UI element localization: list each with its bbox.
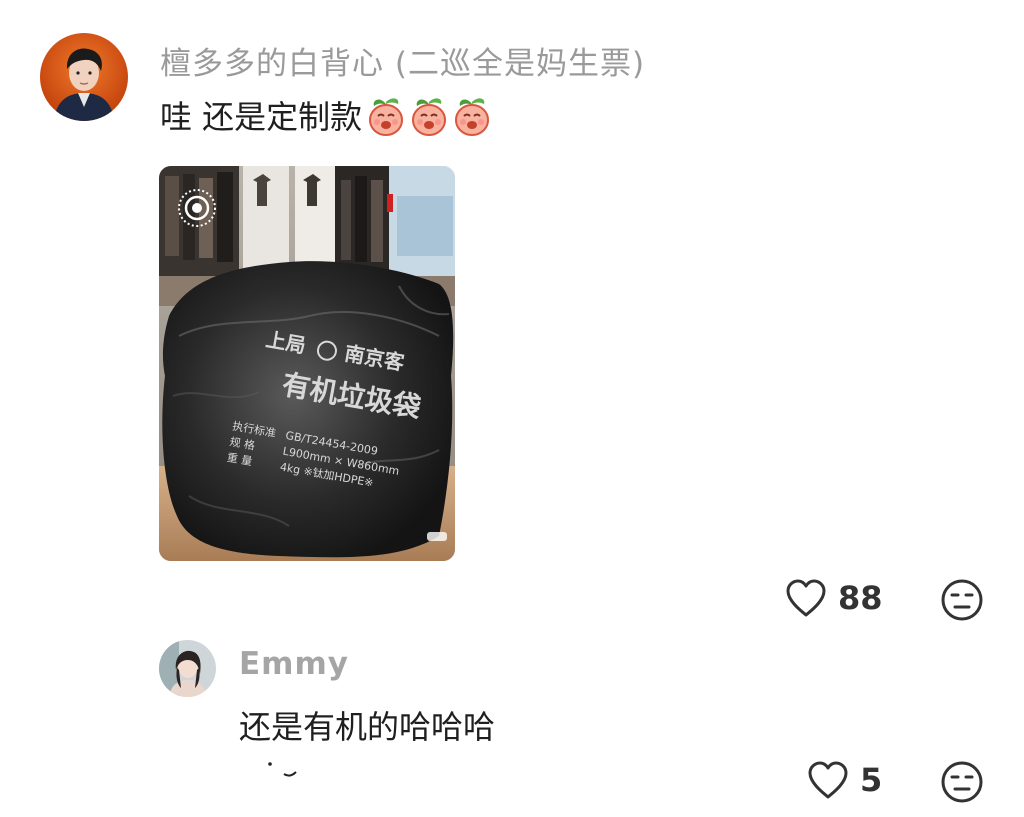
peach-laugh-emoji [412,98,447,136]
avatar[interactable] [40,33,128,121]
like-count: 5 [860,761,883,799]
peach-laugh-emoji [369,98,404,136]
heart-icon [808,761,848,799]
like-count: 88 [838,579,883,617]
comment-photo[interactable]: 上局 南京客 有机垃圾袋 执行标准 规 格 重 量 GB/T24454-2009… [159,166,455,561]
neutral-face-icon [941,761,983,803]
username[interactable]: 檀多多的白背心 (二巡全是妈生票) [160,38,645,83]
comment-thread: 檀多多的白背心 (二巡全是妈生票) 哇 还是定制款 上局 南京客 有机垃圾袋 执… [0,0,1024,817]
dislike-button[interactable] [940,578,984,626]
reply-username[interactable]: Emmy [239,646,349,682]
peach-laugh-emoji [455,98,490,136]
neutral-face-icon [941,579,983,621]
reply-like-button[interactable]: 5 [806,760,882,800]
like-button[interactable]: 88 [784,578,883,618]
comment-body: 哇 还是定制款 [160,98,363,136]
reply-text: 还是有机的哈哈哈 [239,708,496,746]
heart-icon [786,579,826,617]
reply-dislike-button[interactable] [940,760,984,808]
comment-text: 哇 还是定制款 [160,92,492,138]
decorative-marks [264,760,304,786]
emoji-row [366,94,492,136]
reply-avatar[interactable] [159,640,216,697]
